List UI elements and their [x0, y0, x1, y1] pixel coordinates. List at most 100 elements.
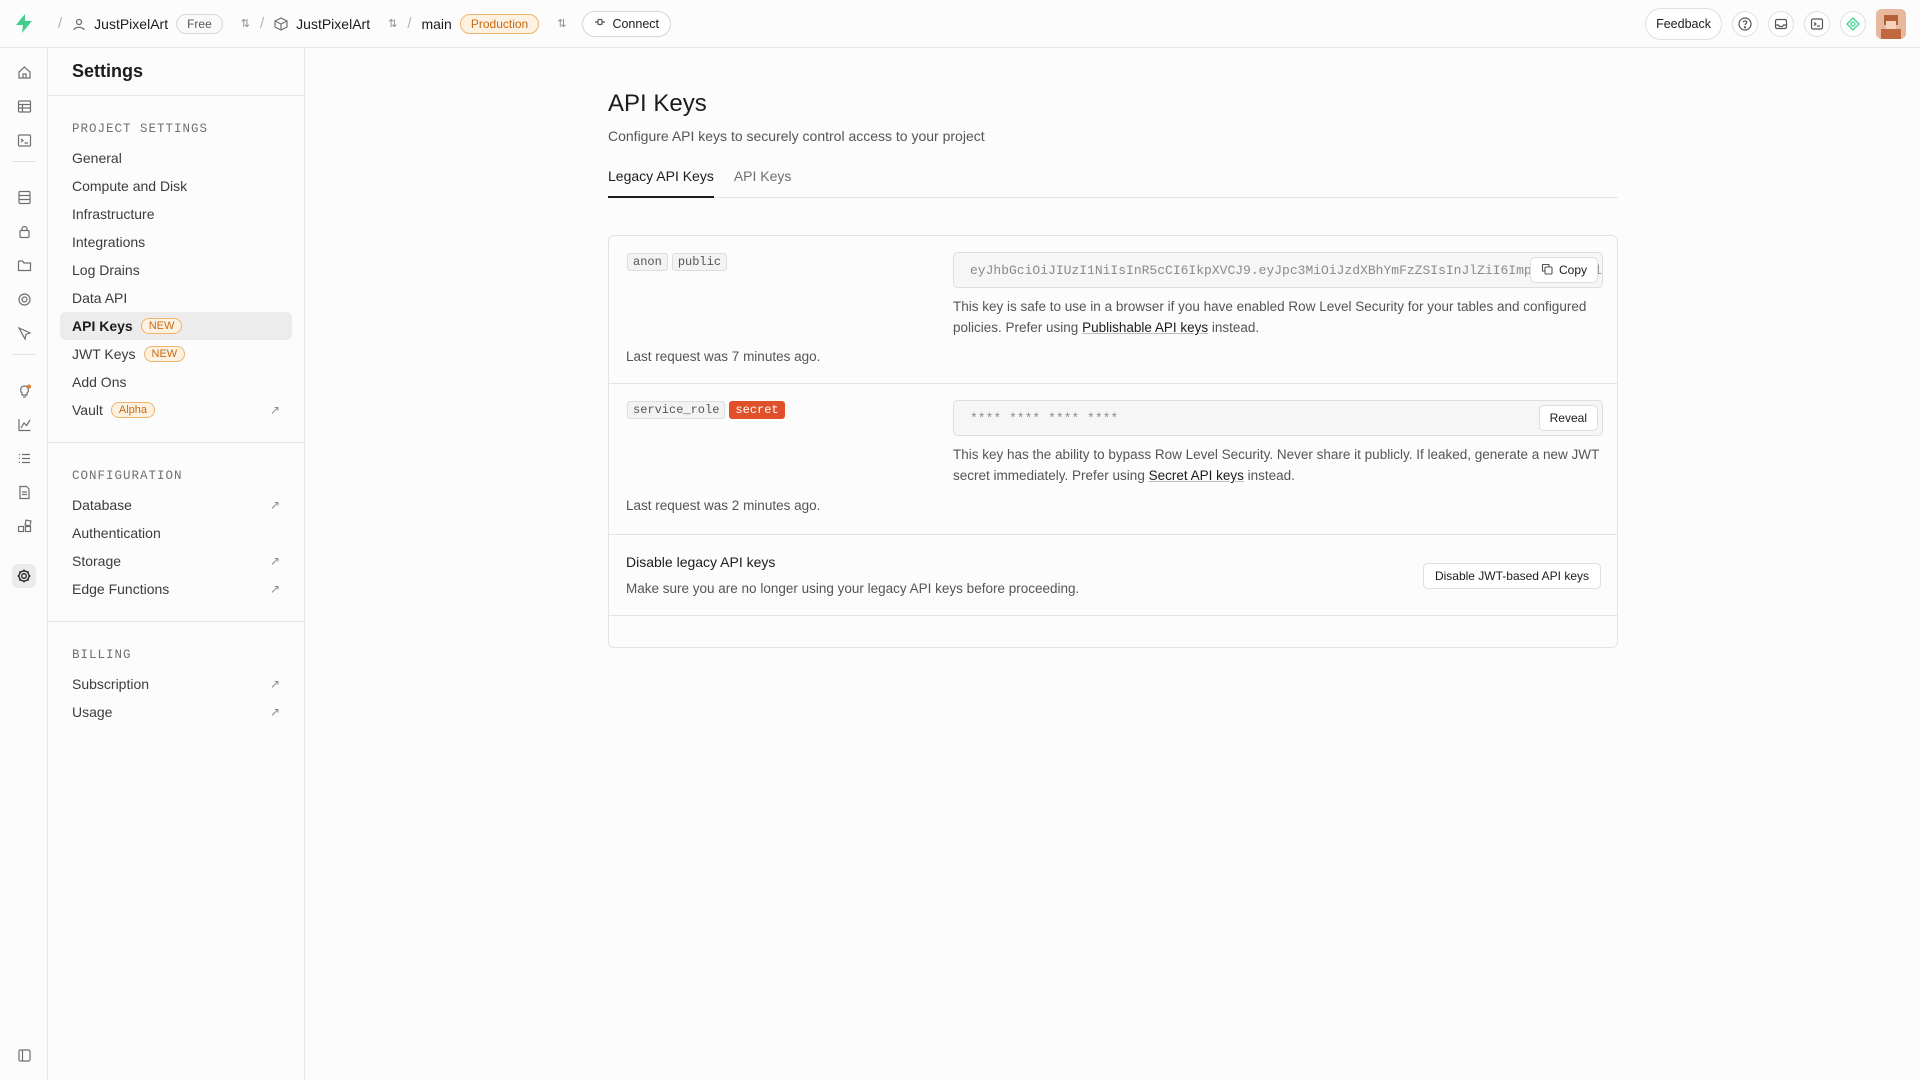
secret-api-keys-link[interactable]: Secret API keys: [1149, 468, 1244, 483]
sidebar-item-compute-and-disk[interactable]: Compute and Disk: [60, 172, 292, 200]
anon-key-row: anon public eyJhbGciOiJIUzI1NiIsInR5cCI6I…: [609, 236, 1617, 384]
project-box-icon: [274, 16, 288, 31]
sidebar-item-label: Add Ons: [72, 374, 127, 390]
connect-label: Connect: [612, 16, 659, 31]
top-right-actions: Feedback: [1645, 0, 1906, 48]
sidebar-item-label: JWT Keys: [72, 346, 136, 362]
sidebar-item-edge-functions[interactable]: Edge Functions ↗: [60, 575, 292, 603]
settings-icon[interactable]: [12, 564, 36, 588]
service-key-field[interactable]: **** **** **** **** Reveal: [953, 400, 1603, 436]
sidebar-item-infrastructure[interactable]: Infrastructure: [60, 200, 292, 228]
collapse-sidebar-icon[interactable]: [12, 1043, 36, 1067]
sidebar-item-log-drains[interactable]: Log Drains: [60, 256, 292, 284]
sql-editor-icon[interactable]: [12, 128, 36, 152]
org-switch-icon[interactable]: ⇅: [241, 17, 250, 30]
sidebar-item-label: Usage: [72, 704, 113, 720]
sidebar-item-subscription[interactable]: Subscription ↗: [60, 670, 292, 698]
external-link-icon: ↗: [269, 554, 280, 568]
section-header: BILLING: [72, 648, 132, 662]
settings-sidebar: Settings PROJECT SETTINGS General Comput…: [48, 48, 305, 1080]
breadcrumb-separator: /: [58, 15, 63, 32]
sidebar-item-storage[interactable]: Storage ↗: [60, 547, 292, 575]
project-switch-icon[interactable]: ⇅: [388, 17, 397, 30]
user-avatar[interactable]: [1876, 9, 1906, 39]
org-icon: [72, 17, 86, 31]
billing-section: BILLING Subscription ↗ Usage ↗: [48, 622, 304, 744]
home-icon[interactable]: [12, 60, 36, 84]
sidebar-item-label: Database: [72, 497, 132, 513]
breadcrumb-separator: /: [407, 15, 412, 32]
brand-logo-icon[interactable]: [0, 0, 48, 48]
sidebar-title: Settings: [48, 48, 304, 96]
sidebar-item-integrations[interactable]: Integrations: [60, 228, 292, 256]
configuration-section: CONFIGURATION Database ↗ Authentication S…: [48, 443, 304, 621]
project-selector[interactable]: JustPixelArt ⇅: [274, 16, 397, 32]
service-key-masked-value: **** **** **** ****: [970, 410, 1119, 426]
copy-icon: [1541, 263, 1553, 278]
sidebar-item-label: Storage: [72, 553, 122, 569]
help-icon[interactable]: [1732, 11, 1758, 37]
sidebar-item-api-keys[interactable]: API Keys NEW: [60, 312, 292, 340]
database-icon[interactable]: [12, 185, 36, 209]
note-text: instead.: [1208, 320, 1260, 335]
sidebar-item-database[interactable]: Database ↗: [60, 491, 292, 519]
sidebar-item-authentication[interactable]: Authentication: [60, 519, 292, 547]
storage-icon[interactable]: [12, 253, 36, 277]
tab-legacy-api-keys[interactable]: Legacy API Keys: [608, 166, 714, 198]
connect-button[interactable]: Connect: [582, 10, 671, 37]
inbox-icon[interactable]: [1768, 11, 1794, 37]
disable-jwt-keys-button[interactable]: Disable JWT-based API keys: [1422, 563, 1601, 589]
note-text: This key is safe to use in a browser if …: [953, 299, 1587, 335]
anon-key-field[interactable]: eyJhbGciOiJIUzI1NiIsInR5cCI6IkpXVCJ9.eyJ…: [953, 252, 1603, 288]
branch-env-badge: Production: [459, 13, 540, 34]
sidebar-item-jwt-keys[interactable]: JWT Keys NEW: [60, 340, 292, 368]
branch-switch-icon[interactable]: ⇅: [557, 17, 566, 30]
sidebar-item-usage[interactable]: Usage ↗: [60, 698, 292, 726]
sidebar-item-label: Compute and Disk: [72, 178, 188, 194]
alpha-badge: Alpha: [110, 402, 156, 418]
sidebar-item-label: Subscription: [72, 676, 150, 692]
sidebar-item-general[interactable]: General: [60, 144, 292, 172]
external-link-icon: ↗: [269, 403, 280, 417]
anon-key-value: eyJhbGciOiJIUzI1NiIsInR5cCI6IkpXVCJ9.eyJ…: [970, 262, 1602, 278]
reports-icon[interactable]: [12, 412, 36, 436]
new-badge: NEW: [140, 318, 183, 334]
external-link-icon: ↗: [269, 677, 280, 691]
external-link-icon: ↗: [269, 582, 280, 596]
sidebar-item-add-ons[interactable]: Add Ons: [60, 368, 292, 396]
anon-last-request: Last request was 7 minutes ago.: [626, 349, 821, 364]
legacy-keys-card: anon public eyJhbGciOiJIUzI1NiIsInR5cCI6I…: [608, 235, 1618, 648]
reveal-button[interactable]: Reveal: [1538, 405, 1598, 431]
api-docs-icon[interactable]: [12, 480, 36, 504]
main-content: API Keys Configure API keys to securely …: [608, 90, 1618, 198]
integrations-icon[interactable]: [12, 514, 36, 538]
sidebar-item-label: General: [72, 150, 122, 166]
external-link-icon: ↗: [269, 498, 280, 512]
sidebar-item-label: Log Drains: [72, 262, 140, 278]
sidebar-item-label: Data API: [72, 290, 128, 306]
sidebar-item-vault[interactable]: Vault Alpha ↗: [60, 396, 292, 424]
table-editor-icon[interactable]: [12, 94, 36, 118]
project-name: JustPixelArt: [296, 15, 371, 32]
branch-selector[interactable]: main Production ⇅: [421, 13, 566, 34]
advisors-icon[interactable]: [12, 378, 36, 402]
service-last-request: Last request was 2 minutes ago.: [626, 498, 821, 513]
disable-legacy-keys-section: Disable legacy API keys Make sure you ar…: [609, 534, 1617, 616]
tab-api-keys[interactable]: API Keys: [734, 166, 792, 198]
feedback-button[interactable]: Feedback: [1645, 8, 1722, 40]
org-selector[interactable]: JustPixelArt Free ⇅: [72, 13, 250, 34]
copy-button[interactable]: Copy: [1529, 257, 1598, 283]
auth-lock-icon[interactable]: [12, 219, 36, 243]
sidebar-item-data-api[interactable]: Data API: [60, 284, 292, 312]
sidebar-item-label: Integrations: [72, 234, 146, 250]
realtime-icon[interactable]: [12, 321, 36, 345]
assistant-icon[interactable]: [1840, 11, 1866, 37]
sidebar-item-label: Infrastructure: [72, 206, 155, 222]
note-text: instead.: [1243, 468, 1295, 483]
publishable-api-keys-link[interactable]: Publishable API keys: [1082, 320, 1208, 335]
service-key-note: This key has the ability to bypass Row L…: [953, 444, 1603, 486]
logs-icon[interactable]: [12, 446, 36, 470]
edge-functions-icon[interactable]: [12, 287, 36, 311]
page-title: API Keys: [608, 90, 707, 117]
terminal-icon[interactable]: [1804, 11, 1830, 37]
